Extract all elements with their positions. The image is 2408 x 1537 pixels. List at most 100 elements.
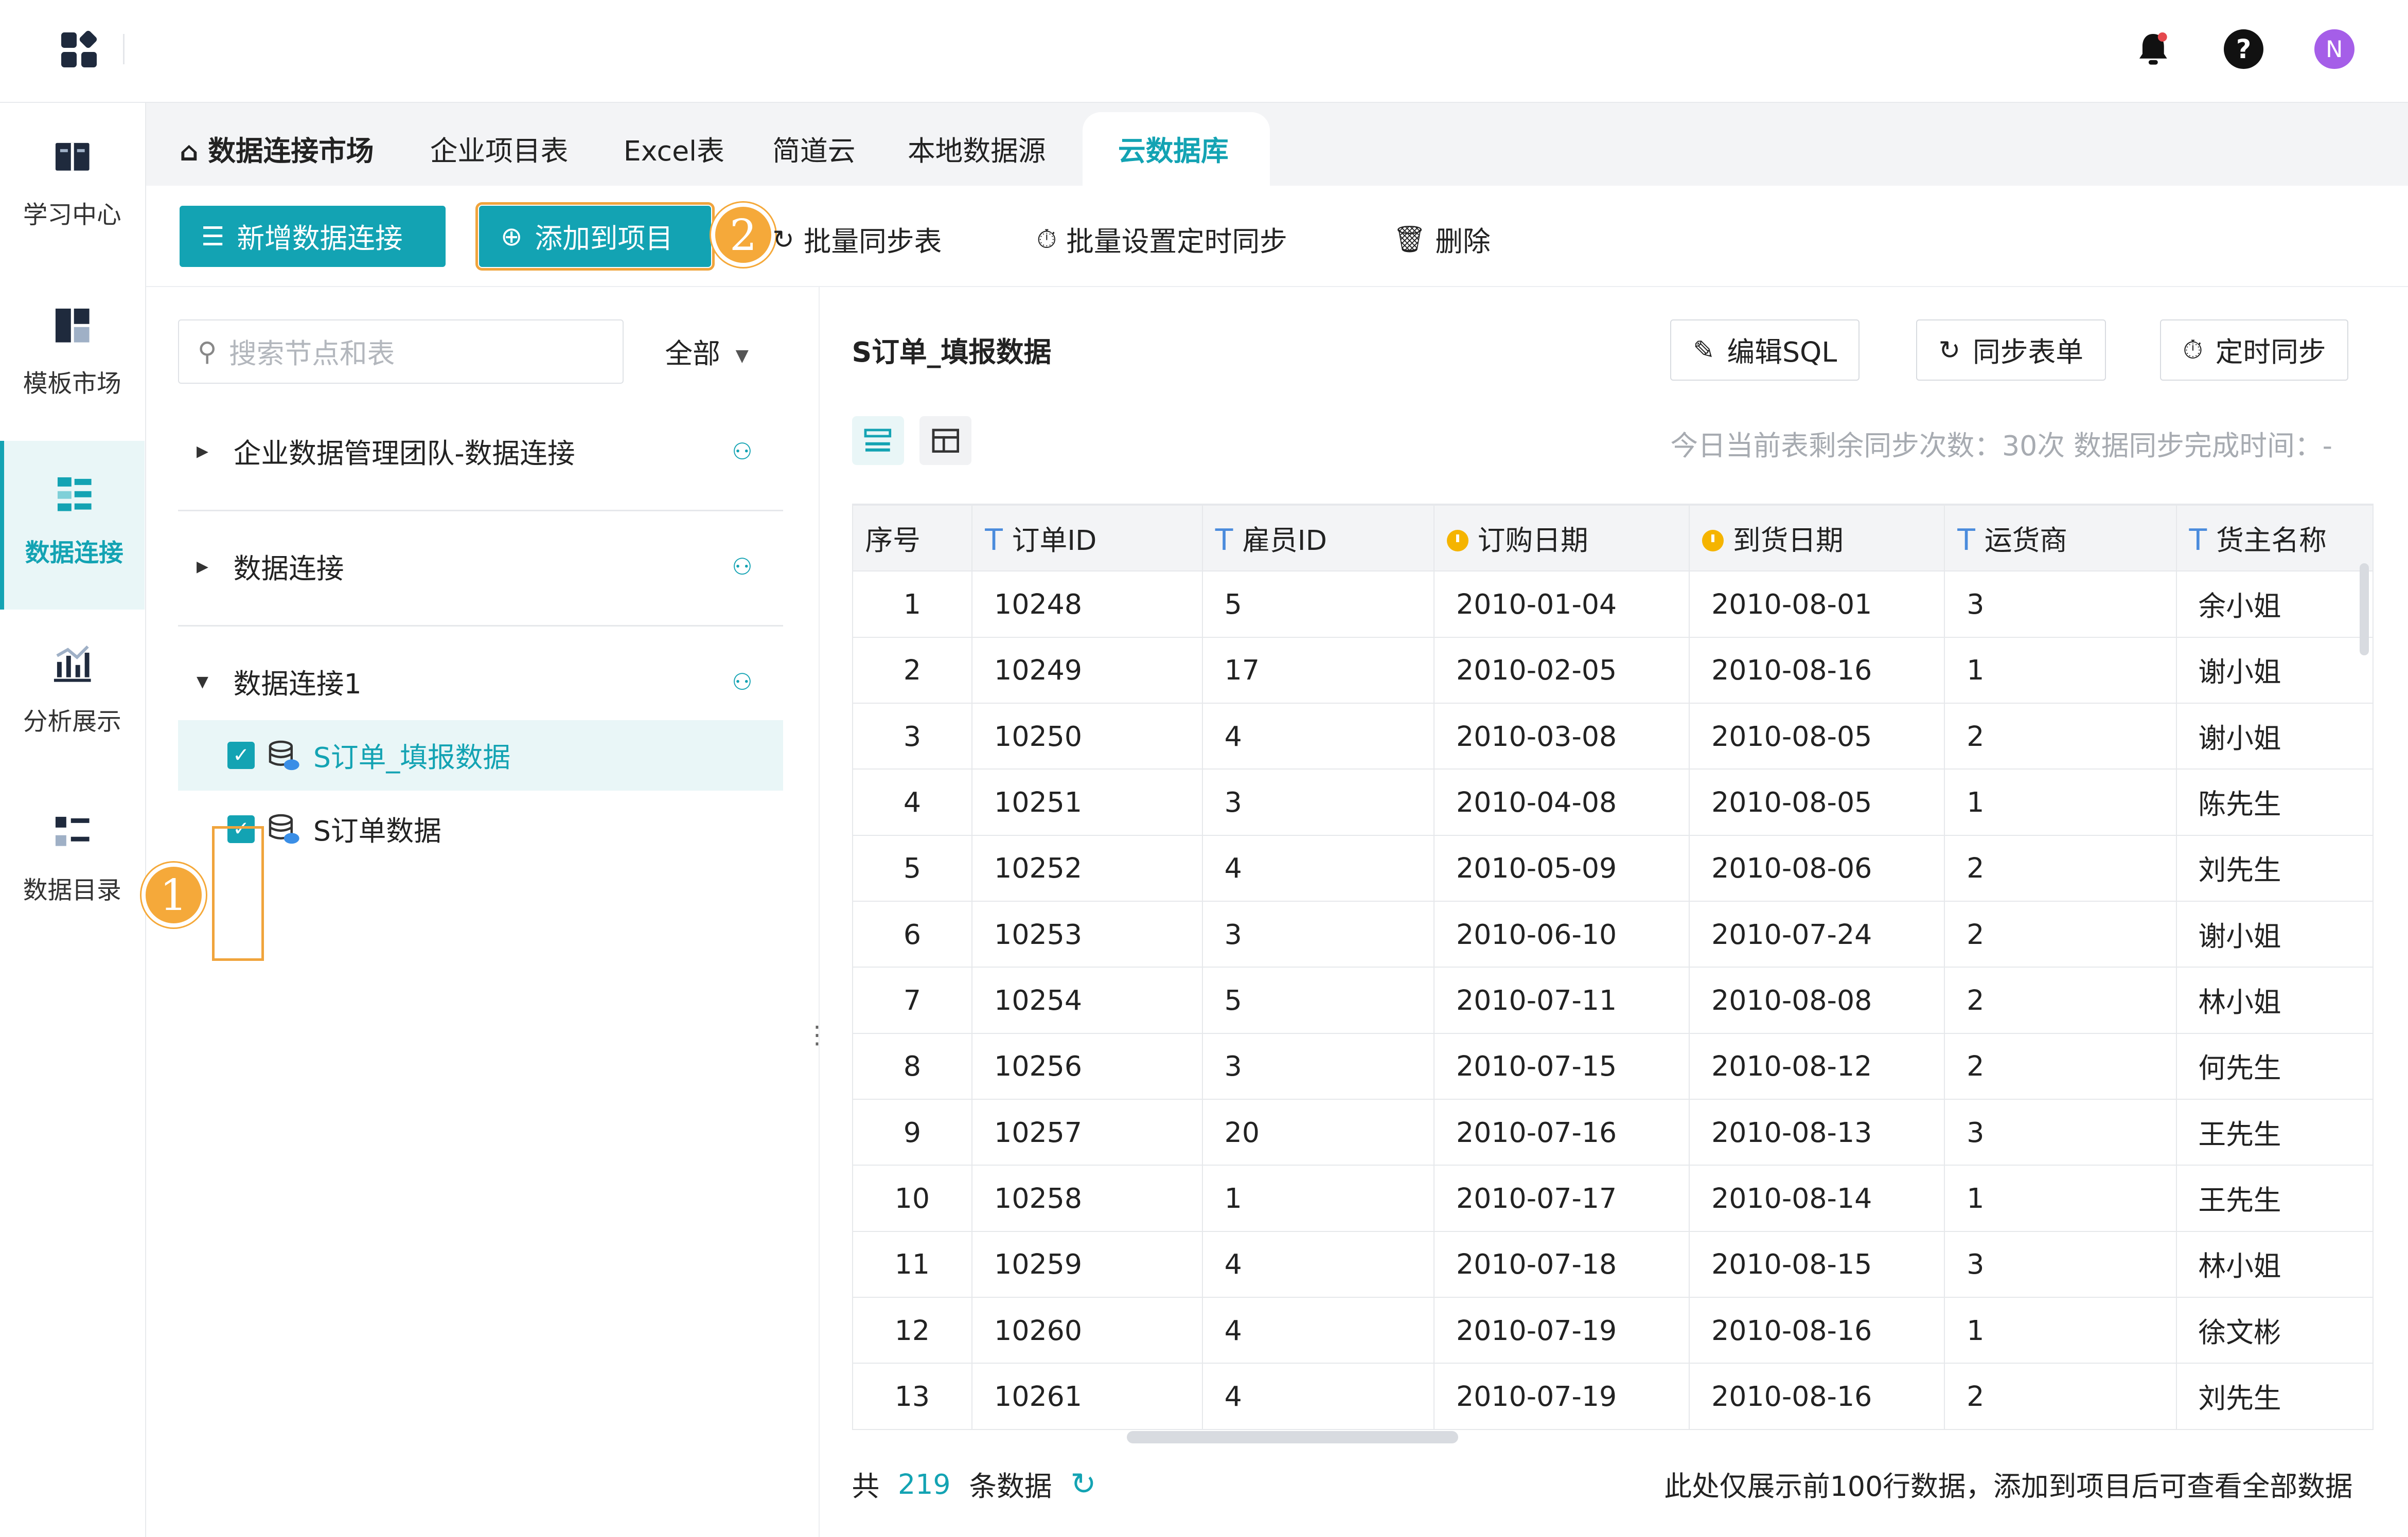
trash-icon: 🗑: [1393, 224, 1426, 255]
column-header-label: 运货商: [1984, 524, 2068, 557]
sync-info-text: 今日当前表剩余同步次数：30次 数据同步完成时间：-: [1670, 429, 2332, 462]
column-header[interactable]: 订购日期: [1433, 504, 1690, 572]
bell-icon[interactable]: [2130, 26, 2176, 73]
timer-icon: ⏱: [1036, 223, 1057, 254]
column-header-label: 货主名称: [2216, 524, 2327, 557]
table-row: 4 10251 3 2010-04-08 2010-08-05 1 陈先生: [852, 768, 2374, 836]
table-row: 11 10259 4 2010-07-18 2010-08-15 3 林小姐: [852, 1230, 2374, 1298]
plus-circle-icon: ⊕: [500, 221, 523, 252]
table-row: 12 10260 4 2010-07-19 2010-08-16 1 徐文彬: [852, 1296, 2374, 1364]
table-cell: 2010-08-13: [1689, 1098, 1945, 1166]
table-cell: 2010-08-01: [1689, 570, 1945, 638]
table-cell: 2010-05-09: [1433, 834, 1690, 902]
table-cell: 10257: [971, 1098, 1203, 1166]
checkbox-highlight-box: [211, 826, 264, 961]
sync-icon: ↻: [1938, 334, 1961, 365]
table-cell: 10249: [971, 636, 1203, 704]
row-count-suffix: 条数据: [969, 1470, 1052, 1503]
tree-leaf[interactable]: ✓ S订单数据: [178, 794, 783, 864]
table-cell: 2010-02-05: [1433, 636, 1690, 704]
table-cell: 2010-08-16: [1689, 1363, 1945, 1430]
table-cell: 10250: [971, 702, 1203, 770]
caret-right-icon[interactable]: ▶: [197, 558, 218, 576]
table-cell: 8: [852, 1032, 973, 1100]
tree-node[interactable]: ▶ 数据连接 ⚇: [178, 528, 783, 605]
user-permission-icon[interactable]: ⚇: [732, 553, 752, 580]
table-cell: 4: [1201, 834, 1435, 902]
table-cell: 10258: [971, 1165, 1203, 1232]
table-cell: 2010-08-14: [1689, 1165, 1945, 1232]
app-grid-icon[interactable]: [58, 29, 101, 73]
nav-item-templates[interactable]: 模板市场: [0, 272, 145, 440]
horizontal-scrollbar[interactable]: [1126, 1431, 1459, 1443]
avatar[interactable]: N: [2314, 29, 2354, 69]
table-cell: 3: [1944, 570, 2177, 638]
nav-item-analysis[interactable]: 分析展示: [0, 610, 145, 778]
structure-view-toggle[interactable]: [919, 416, 972, 466]
nav-item-learning[interactable]: 学习中心: [0, 103, 145, 272]
column-header[interactable]: 序号: [852, 504, 973, 572]
table-row: 5 10252 4 2010-05-09 2010-08-06 2 刘先生: [852, 834, 2374, 902]
vertical-scrollbar[interactable]: [2360, 563, 2369, 656]
table-cell: 12: [852, 1296, 973, 1364]
data-table: 序号 T 订单ID T 雇员ID 订购日期 到货日期 T 运货商 T 货主名称 1 10248 5 201…: [852, 503, 2374, 1434]
search-input[interactable]: ⚲ 搜索节点和表: [178, 319, 624, 384]
nav-item-data-connection[interactable]: 数据连接: [0, 440, 145, 610]
tree-node[interactable]: ▼ 数据连接1 ⚇: [178, 644, 783, 720]
user-permission-icon[interactable]: ⚇: [732, 668, 752, 695]
table-cell: 2010-08-15: [1689, 1230, 1945, 1298]
checkbox-checked[interactable]: ✓: [227, 741, 255, 770]
refresh-icon[interactable]: ↻: [1070, 1467, 1096, 1502]
catalog-icon: [49, 809, 96, 855]
cloud-database-icon: [267, 812, 301, 846]
table-cell: 2: [1944, 1363, 2177, 1430]
book-icon: [49, 134, 96, 180]
nav-item-catalog[interactable]: 数据目录: [0, 778, 145, 947]
column-header[interactable]: T 货主名称: [2175, 504, 2374, 572]
tree-leaf[interactable]: ✓ S订单_填报数据: [178, 720, 784, 791]
tab-local-datasource[interactable]: 本地数据源: [908, 129, 1046, 169]
sync-form-button[interactable]: ↻ 同步表单: [1916, 319, 2106, 381]
tree-node[interactable]: ▶ 企业数据管理团队-数据连接 ⚇: [178, 413, 783, 490]
table-cell: 2010-08-08: [1689, 967, 1945, 1034]
table-cell: 2: [1944, 900, 2177, 968]
column-header[interactable]: T 雇员ID: [1201, 504, 1435, 572]
column-header[interactable]: T 订单ID: [971, 504, 1203, 572]
row-count-prefix: 共: [852, 1470, 880, 1503]
column-header[interactable]: 到货日期: [1689, 504, 1945, 572]
batch-schedule-button[interactable]: ⏱ 批量设置定时同步: [1037, 220, 1287, 259]
tab-excel[interactable]: Excel表: [624, 129, 724, 169]
tab-enterprise-table[interactable]: 企业项目表: [430, 129, 569, 169]
table-cell: 10: [852, 1165, 973, 1232]
delete-button[interactable]: 🗑 删除: [1393, 220, 1491, 259]
table-cell: 徐文彬: [2175, 1296, 2374, 1364]
table-cell: 2010-07-16: [1433, 1098, 1690, 1166]
table-cell: 2010-07-19: [1433, 1296, 1690, 1364]
table-cell: 17: [1201, 636, 1435, 704]
nav-label: 学习中心: [23, 201, 121, 230]
table-cell: 3: [1201, 768, 1435, 836]
nav-label: 模板市场: [23, 370, 121, 399]
table-cell: 2010-08-16: [1689, 636, 1945, 704]
edit-sql-button[interactable]: ✎ 编辑SQL: [1670, 319, 1860, 381]
add-to-project-button[interactable]: ⊕ 添加到项目: [475, 201, 715, 272]
caret-down-icon[interactable]: ▼: [197, 673, 218, 691]
tab-jiandaoyun[interactable]: 简道云: [772, 129, 855, 169]
tree-leaf-label: S订单数据: [313, 815, 441, 848]
table-cell: 谢小姐: [2175, 636, 2374, 704]
filter-select[interactable]: 全部 ▼: [665, 332, 749, 371]
user-permission-icon[interactable]: ⚇: [732, 438, 752, 465]
table-cell: 4: [1201, 1230, 1435, 1298]
scheduled-sync-button[interactable]: ⏱ 定时同步: [2160, 319, 2349, 381]
column-header[interactable]: T 运货商: [1944, 504, 2177, 572]
data-connection-icon: [51, 471, 98, 517]
caret-right-icon[interactable]: ▶: [197, 442, 218, 460]
help-icon[interactable]: ?: [2223, 29, 2264, 69]
tab-cloud-database[interactable]: 云数据库: [1118, 129, 1229, 169]
tab-home[interactable]: ⌂ 数据连接市场: [180, 129, 374, 169]
new-connection-button[interactable]: ☰ 新增数据连接: [180, 205, 446, 267]
batch-sync-button[interactable]: ↻ 批量同步表: [772, 220, 942, 259]
text-type-icon: T: [1215, 523, 1233, 557]
data-view-toggle[interactable]: [852, 416, 904, 466]
table-cell: 2: [1944, 702, 2177, 770]
